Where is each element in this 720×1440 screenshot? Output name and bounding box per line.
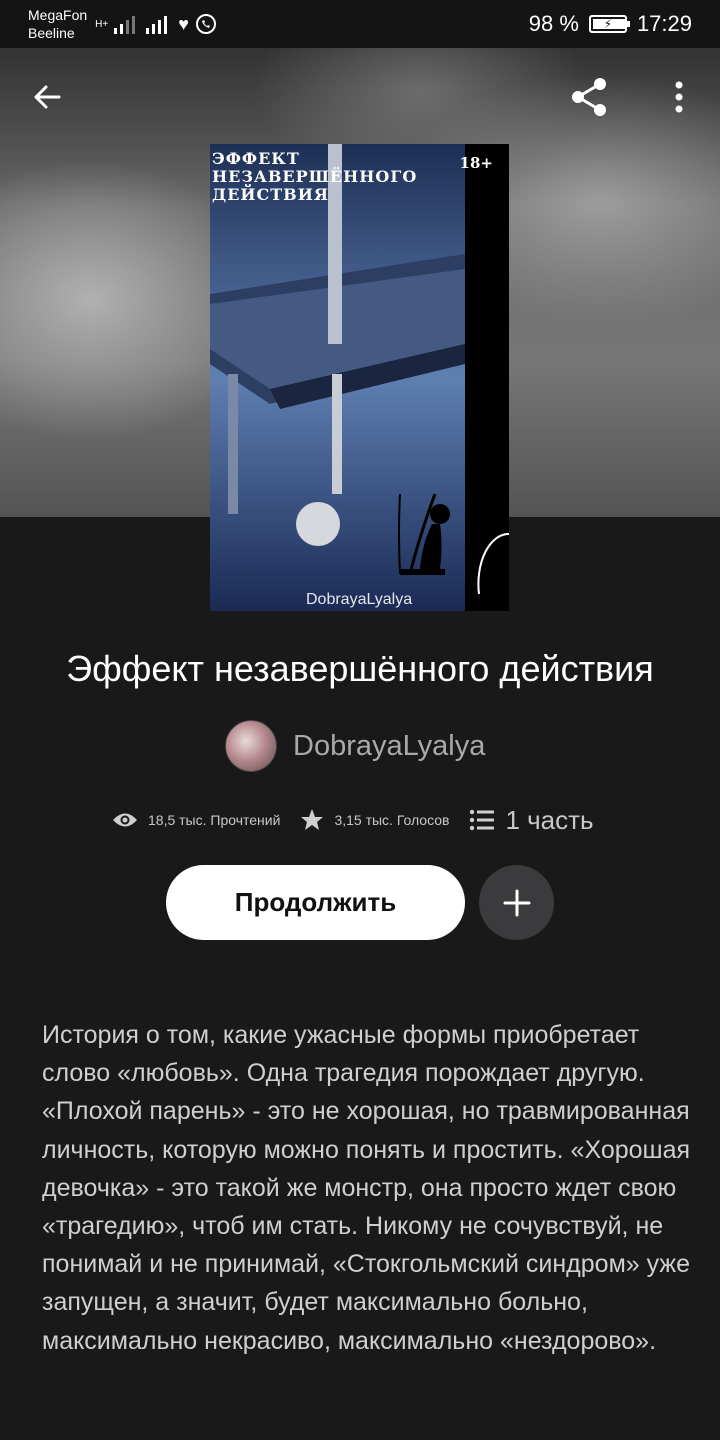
- cover-illustration: [210, 144, 509, 611]
- back-button[interactable]: [20, 70, 74, 124]
- share-icon: [572, 78, 606, 116]
- whatsapp-icon: [195, 14, 216, 34]
- plus-icon: [503, 889, 530, 916]
- book-description: История о том, какие ужасные формы приоб…: [42, 1021, 691, 1355]
- avatar: [225, 720, 277, 772]
- star-icon: [300, 808, 324, 832]
- author-link[interactable]: DobrayaLyalya: [225, 720, 485, 772]
- votes-count: 3,15 тыс. Голосов: [334, 812, 450, 828]
- cover-author: DobrayaLyalya: [306, 591, 413, 608]
- cover-age-rating: 18+: [459, 154, 493, 172]
- book-cover[interactable]: ЭФФЕКТ НЕЗАВЕРШЁННОГО ДЕЙСТВИЯ 18+ Dobra…: [210, 144, 509, 611]
- carrier-names: MegaFon Beeline: [28, 6, 87, 42]
- heart-app-icon: ♥: [178, 13, 189, 34]
- carrier-1: MegaFon: [28, 7, 88, 23]
- eye-icon: [112, 811, 138, 829]
- reads-count: 18,5 тыс. Прочтений: [148, 812, 281, 828]
- signal-icon-2: [146, 16, 168, 34]
- author-name: DobrayaLyalya: [293, 729, 486, 762]
- clock: 17:29: [636, 11, 692, 36]
- battery-percent: 98 %: [528, 11, 579, 36]
- status-right: 98 % ⚡ 17:29: [529, 11, 692, 37]
- signal-icon: [114, 16, 136, 34]
- book-title: Эффект незавершённого действия: [66, 648, 654, 689]
- carrier-2: Beeline: [28, 25, 75, 41]
- list-icon: [469, 809, 495, 831]
- more-options-button[interactable]: [652, 70, 706, 124]
- stats-row: 18,5 тыс. Прочтений 3,15 тыс. Голосов 1 …: [112, 800, 594, 840]
- status-bar: MegaFon Beeline H+ ♥ 98 % ⚡ 17:29: [0, 0, 720, 48]
- network-type-label: H+: [95, 18, 109, 30]
- status-icons: H+ ♥: [95, 13, 217, 35]
- battery-icon: ⚡: [588, 15, 630, 33]
- parts-count: 1 часть: [505, 804, 594, 835]
- add-to-library-button[interactable]: [479, 865, 554, 940]
- arrow-left-icon: [34, 85, 61, 109]
- share-button[interactable]: [562, 70, 616, 124]
- continue-reading-button[interactable]: Продолжить: [166, 865, 465, 940]
- more-vertical-icon: [675, 81, 683, 113]
- cover-title: ЭФФЕКТ НЕЗАВЕРШЁННОГО ДЕЙСТВИЯ: [212, 149, 418, 204]
